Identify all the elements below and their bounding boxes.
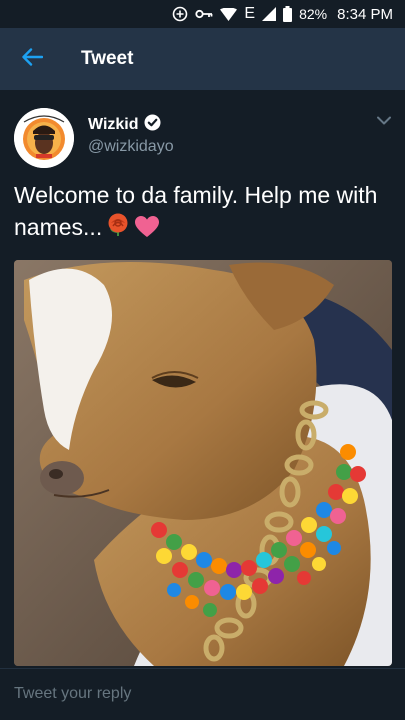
page-title: Tweet	[81, 48, 134, 69]
battery-icon	[283, 6, 293, 22]
signal-icon	[262, 7, 277, 21]
reply-bar	[0, 668, 405, 720]
data-saver-icon	[172, 6, 188, 22]
tweet-text: Welcome to da family. Help me with names…	[14, 180, 392, 247]
back-arrow-icon	[21, 47, 44, 71]
pink-heart-emoji-icon	[134, 215, 160, 247]
clock: 8:34 PM	[337, 5, 393, 23]
network-type: E	[244, 5, 256, 22]
battery-percent: 82%	[299, 6, 328, 22]
wifi-icon	[220, 7, 238, 21]
rose-emoji-icon	[104, 211, 132, 247]
chevron-down-icon	[377, 112, 391, 129]
tweet-options-button[interactable]	[377, 112, 391, 130]
author-name-row[interactable]: Wizkid	[88, 114, 161, 136]
display-name: Wizkid	[88, 116, 139, 133]
tweet-image[interactable]	[14, 260, 392, 666]
user-handle[interactable]: @wizkidayo	[88, 138, 174, 156]
vpn-key-icon	[195, 8, 213, 20]
status-bar: E 82% 8:34 PM	[0, 0, 405, 28]
reply-input[interactable]	[14, 681, 394, 707]
avatar[interactable]	[14, 108, 74, 168]
back-button[interactable]	[0, 28, 64, 90]
app-bar: Tweet	[0, 28, 405, 90]
verified-badge-icon	[144, 114, 161, 136]
tweet: Wizkid @wizkidayo Welcome to da family. …	[0, 90, 405, 668]
tweet-body: Welcome to da family. Help me with names…	[14, 182, 378, 240]
